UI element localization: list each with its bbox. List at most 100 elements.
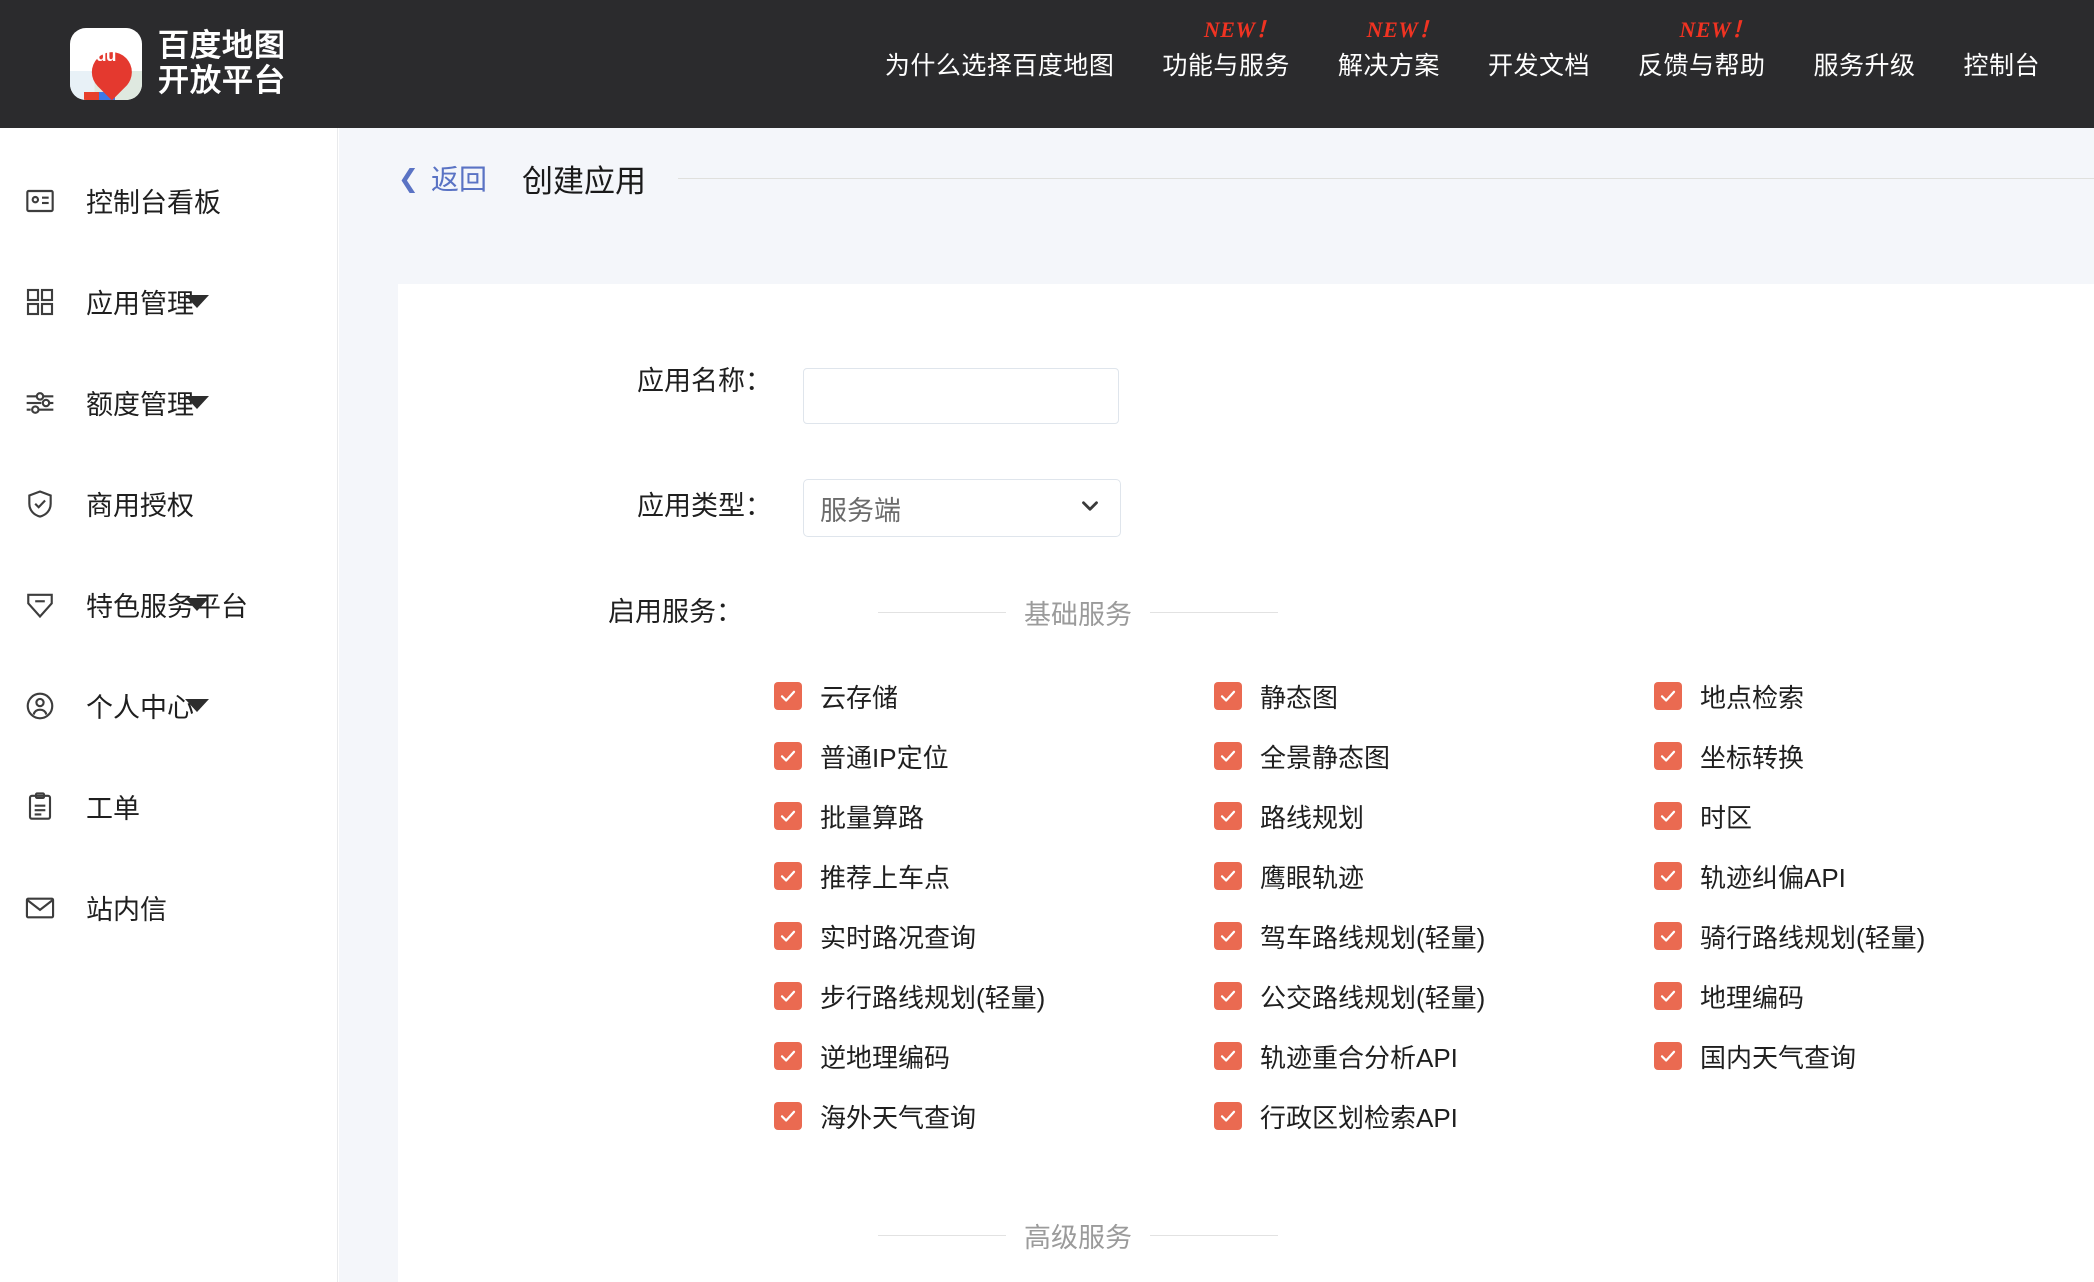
chevron-down-icon[interactable] (185, 295, 209, 308)
service-label: 轨迹重合分析API (1260, 1042, 1458, 1073)
sidebar-item-inbox-message[interactable]: 站内信 (0, 857, 337, 958)
create-app-form-card: 应用名称： 应用类型： 服务端 启用服务： 基础服务 云存储 静态图 地点检索 … (398, 284, 2094, 1282)
service-checkbox-item[interactable]: 海外天气查询 (774, 1086, 1214, 1146)
checkbox-checked-icon[interactable] (1214, 1042, 1242, 1070)
service-label: 坐标转换 (1700, 742, 1805, 773)
chevron-down-icon[interactable] (185, 396, 209, 409)
service-checkbox-item[interactable]: 推荐上车点 (774, 846, 1214, 906)
sidebar-item-label: 工单 (86, 794, 140, 824)
brand-logo-block[interactable]: du 百度地图 开放平台 (70, 28, 286, 100)
nav-item-solutions[interactable]: NEW！ 解决方案 (1314, 17, 1464, 82)
sidebar-item-personal-center[interactable]: 个人中心 (0, 655, 337, 756)
app-name-input[interactable] (803, 368, 1119, 424)
service-label: 地理编码 (1700, 982, 1805, 1013)
checkbox-checked-icon[interactable] (1654, 862, 1682, 890)
service-checkbox-item[interactable]: 步行路线规划(轻量) (774, 966, 1214, 1026)
nav-item-feedback-help[interactable]: NEW！ 反馈与帮助 (1614, 17, 1790, 82)
service-checkbox-item[interactable]: 路线规划 (1214, 786, 1654, 846)
nav-item-label: 控制台 (1963, 52, 2040, 80)
nav-item-why-baidu-map[interactable]: 为什么选择百度地图 (861, 46, 1139, 82)
checkbox-checked-icon[interactable] (1654, 742, 1682, 770)
checkbox-checked-icon[interactable] (774, 682, 802, 710)
nav-item-service-upgrade[interactable]: 服务升级 (1789, 46, 1939, 82)
checkbox-checked-icon[interactable] (1214, 682, 1242, 710)
service-label: 推荐上车点 (820, 862, 951, 893)
user-circle-icon (18, 690, 62, 722)
sidebar-item-commercial-license[interactable]: 商用授权 (0, 453, 337, 554)
checkbox-checked-icon[interactable] (1214, 922, 1242, 950)
checkbox-checked-icon[interactable] (1654, 1042, 1682, 1070)
mail-icon (18, 892, 62, 924)
section-divider-basic: 基础服务 (878, 593, 1278, 632)
service-checkbox-item[interactable]: 地点检索 (1654, 666, 2094, 726)
checkbox-checked-icon[interactable] (774, 802, 802, 830)
nav-item-label: 解决方案 (1337, 52, 1440, 80)
service-label: 实时路况查询 (820, 922, 977, 953)
service-checkbox-item[interactable]: 轨迹重合分析API (1214, 1026, 1654, 1086)
service-checkbox-item[interactable]: 实时路况查询 (774, 906, 1214, 966)
checkbox-checked-icon[interactable] (1214, 802, 1242, 830)
sidebar-item-label: 商用授权 (86, 491, 194, 521)
service-checkbox-item[interactable]: 逆地理编码 (774, 1026, 1214, 1086)
checkbox-checked-icon[interactable] (1214, 742, 1242, 770)
chevron-down-icon[interactable] (185, 598, 209, 611)
checkbox-checked-icon[interactable] (774, 1042, 802, 1070)
sidebar-item-work-order[interactable]: 工单 (0, 756, 337, 857)
sidebar-item-label: 控制台看板 (86, 188, 221, 218)
checkbox-checked-icon[interactable] (774, 1102, 802, 1130)
service-checkbox-item[interactable]: 鹰眼轨迹 (1214, 846, 1654, 906)
service-checkbox-item[interactable]: 云存储 (774, 666, 1214, 726)
app-type-select[interactable]: 服务端 (803, 479, 1121, 537)
service-checkbox-item[interactable]: 轨迹纠偏API (1654, 846, 2094, 906)
brand-line-1: 百度地图 (158, 28, 286, 64)
nav-item-label: 服务升级 (1813, 52, 1916, 80)
app-type-select-value[interactable]: 服务端 (803, 479, 1121, 537)
sidebar-item-quota-management[interactable]: 额度管理 (0, 352, 337, 453)
service-checkbox-item[interactable]: 普通IP定位 (774, 726, 1214, 786)
sidebar-item-console-dashboard[interactable]: 控制台看板 (0, 150, 337, 251)
section-caption: 高级服务 (1024, 1223, 1132, 1253)
checkbox-checked-icon[interactable] (1214, 1102, 1242, 1130)
nav-item-features-services[interactable]: NEW！ 功能与服务 (1138, 17, 1314, 82)
service-checkbox-placeholder (1654, 1086, 2094, 1146)
services-panel: 基础服务 云存储 静态图 地点检索 普通IP定位 全景静态图 坐标转换 批量算路… (774, 593, 2094, 1255)
service-checkbox-item[interactable]: 全景静态图 (1214, 726, 1654, 786)
checkbox-checked-icon[interactable] (1654, 682, 1682, 710)
service-checkbox-item[interactable]: 坐标转换 (1654, 726, 2094, 786)
service-checkbox-item[interactable]: 国内天气查询 (1654, 1026, 2094, 1086)
service-checkbox-item[interactable]: 静态图 (1214, 666, 1654, 726)
sliders-icon (18, 387, 62, 419)
service-checkbox-item[interactable]: 时区 (1654, 786, 2094, 846)
checkbox-checked-icon[interactable] (1654, 982, 1682, 1010)
checkbox-checked-icon[interactable] (1654, 802, 1682, 830)
brand-line-2: 开放平台 (158, 63, 286, 98)
sidebar-item-featured-service-platform[interactable]: 特色服务平台 (0, 554, 337, 655)
checkbox-checked-icon[interactable] (1654, 922, 1682, 950)
nav-item-console[interactable]: 控制台 (1939, 46, 2064, 82)
checkbox-checked-icon[interactable] (1214, 862, 1242, 890)
chevron-down-icon[interactable] (185, 699, 209, 712)
service-label: 行政区划检索API (1260, 1102, 1458, 1133)
enable-services-label: 启用服务： (608, 597, 743, 627)
service-checkbox-item[interactable]: 公交路线规划(轻量) (1214, 966, 1654, 1026)
top-navigation-bar: du 百度地图 开放平台 为什么选择百度地图 NEW！ 功能与服务 NEW！ 解… (0, 0, 2094, 128)
checkbox-checked-icon[interactable] (774, 922, 802, 950)
service-checkbox-item[interactable]: 行政区划检索API (1214, 1086, 1654, 1146)
nav-item-dev-docs[interactable]: 开发文档 (1464, 46, 1614, 82)
logo-pin-text: du (96, 46, 116, 65)
service-checkbox-item[interactable]: 批量算路 (774, 786, 1214, 846)
section-caption: 基础服务 (1024, 600, 1132, 630)
app-name-label: 应用名称： (637, 366, 772, 396)
checkbox-checked-icon[interactable] (774, 742, 802, 770)
checkbox-checked-icon[interactable] (1214, 982, 1242, 1010)
sidebar-item-app-management[interactable]: 应用管理 (0, 251, 337, 352)
service-checkbox-item[interactable]: 骑行路线规划(轻量) (1654, 906, 2094, 966)
chevron-left-icon: ❮ (398, 163, 419, 193)
back-button[interactable]: ❮ 返回 (398, 158, 487, 198)
service-checkbox-item[interactable]: 地理编码 (1654, 966, 2094, 1026)
checkbox-checked-icon[interactable] (774, 982, 802, 1010)
service-label: 普通IP定位 (820, 742, 949, 773)
service-label: 鹰眼轨迹 (1260, 862, 1365, 893)
checkbox-checked-icon[interactable] (774, 862, 802, 890)
service-checkbox-item[interactable]: 驾车路线规划(轻量) (1214, 906, 1654, 966)
